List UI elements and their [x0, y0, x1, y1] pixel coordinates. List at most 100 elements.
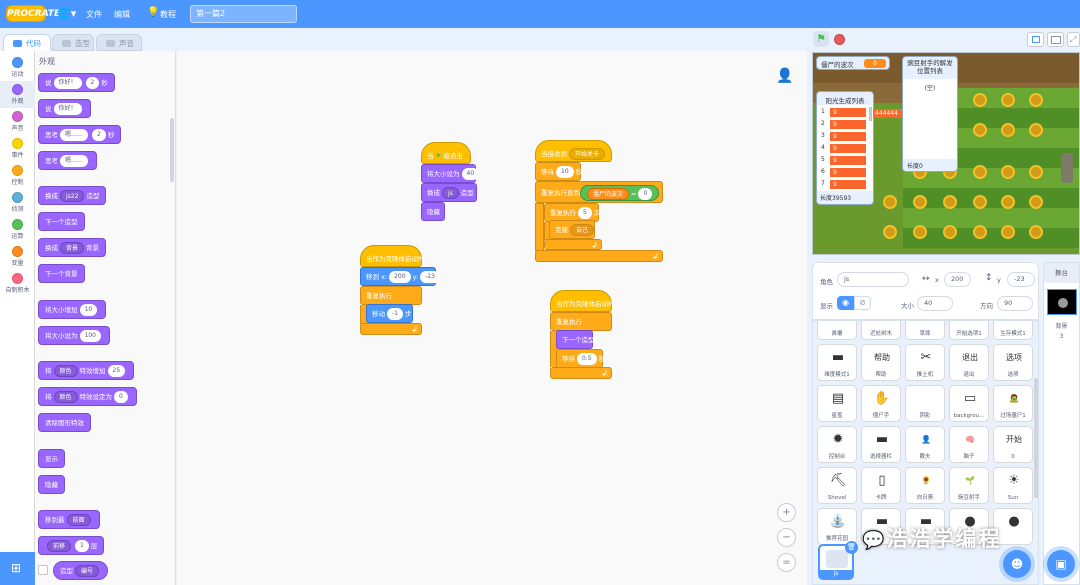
say-secs-input[interactable]: 2	[85, 77, 100, 89]
sprite-tile[interactable]: ✹ 控制台	[817, 426, 857, 463]
go-to-xy-block[interactable]: 移到 x: 200 y: -23	[360, 267, 440, 286]
sprite-tile[interactable]: ▤ 星盖	[817, 385, 857, 422]
wait-secs-input[interactable]: 10	[556, 166, 574, 178]
block-think[interactable]: 思考 嗯……	[38, 151, 98, 170]
think-text-input[interactable]: 嗯……	[60, 155, 89, 167]
sprite-tile[interactable]: 🧟 过场僵尸1	[993, 385, 1033, 422]
repeat-count-input[interactable]: 5	[578, 207, 592, 219]
category-operators[interactable]: 运算	[0, 216, 35, 243]
size-input[interactable]: 40	[461, 168, 480, 180]
block-set-size[interactable]: 将大小设为 100	[38, 326, 110, 345]
zoom-out-button[interactable]: −	[777, 528, 796, 547]
category-sensing[interactable]: 侦测	[0, 189, 35, 216]
sprite-tile[interactable]: ✂ 推土机	[905, 344, 945, 381]
tab-costume[interactable]: 造型	[52, 34, 94, 51]
add-backdrop-button[interactable]: ▣	[1047, 550, 1075, 578]
pea-list-monitor[interactable]: 豌豆射手的解发位置列表 (空) 长度0	[902, 56, 958, 172]
category-my-blocks[interactable]: 自制积木	[0, 270, 35, 297]
when-start-as-clone-hat[interactable]: 当作为克隆体启动时	[550, 290, 615, 312]
size-input[interactable]: 40	[917, 296, 953, 311]
sprite-tile[interactable]: 退出 退出	[949, 344, 989, 381]
set-size-block[interactable]: 将大小设为 40	[421, 164, 480, 183]
add-extension-button[interactable]: ⊞	[0, 552, 35, 585]
say-text-input[interactable]: 你好！	[53, 103, 82, 115]
move-steps-block[interactable]: 移动 -1 步	[366, 304, 413, 323]
sprite-tile[interactable]: 阴影	[905, 385, 945, 422]
block-costume-number[interactable]: 造型 编号	[53, 561, 109, 580]
think-text-input[interactable]: 嗯……	[60, 129, 89, 141]
switch-costume-block[interactable]: 换成 js 造型	[421, 183, 477, 202]
script-area[interactable]	[177, 51, 807, 585]
project-title-input[interactable]: 第一篇2	[190, 5, 297, 23]
list-item[interactable]: 9	[829, 167, 867, 178]
block-go-layers[interactable]: 前移 1 层	[38, 536, 105, 555]
green-flag-button[interactable]: ⚑	[813, 31, 829, 47]
message-dropdown[interactable]: 开始关卡	[569, 148, 606, 160]
steps-input[interactable]: -1	[387, 308, 403, 320]
menu-edit[interactable]: 编辑	[114, 9, 130, 20]
layer-direction-dropdown[interactable]: 前移	[47, 540, 72, 552]
wait-block[interactable]: 等待 0.5 秒	[556, 349, 605, 368]
effect-dropdown[interactable]: 颜色	[53, 391, 78, 403]
category-motion[interactable]: 运动	[0, 54, 35, 81]
list-item[interactable]: 9	[829, 107, 867, 118]
block-hide[interactable]: 隐藏	[38, 475, 65, 494]
layer-dropdown[interactable]: 前面	[66, 514, 91, 526]
forever-block[interactable]: 重复执行	[360, 286, 422, 305]
wait-secs-input[interactable]: 0.5	[577, 353, 597, 365]
sun-list-monitor[interactable]: 阳光生成列表 19 29 39 49 59 69 79 长度39593	[816, 91, 874, 205]
tab-sound[interactable]: 声音	[96, 34, 142, 51]
zoom-reset-button[interactable]: =	[777, 553, 796, 572]
sprite-tile[interactable]: ▬ 选择器栏	[861, 426, 901, 463]
block-set-effect[interactable]: 将颜色 特效设定为 0	[38, 387, 137, 406]
category-control[interactable]: 控制	[0, 162, 35, 189]
block-say[interactable]: 说你好！	[38, 99, 91, 118]
sprite-tile[interactable]: 选项 选项	[993, 344, 1033, 381]
list-item[interactable]: 9	[829, 155, 867, 166]
large-stage-button[interactable]	[1047, 32, 1064, 47]
sprite-name-input[interactable]: js	[837, 272, 909, 287]
next-costume-block[interactable]: 下一个造型	[556, 330, 595, 349]
sprite-tile[interactable]: ⛏ Shovel	[817, 467, 857, 504]
block-say-for-secs[interactable]: 说你好！ 2 秒	[38, 73, 115, 92]
list-item[interactable]: 9	[829, 119, 867, 130]
clone-target-dropdown[interactable]: 自己	[570, 224, 595, 236]
backdrop-dropdown[interactable]: 背景	[60, 242, 85, 254]
block-change-effect[interactable]: 将颜色 特效增加 25	[38, 361, 135, 380]
costume-reporter-checkbox[interactable]	[38, 565, 48, 575]
wait-block[interactable]: 等待 10 秒	[535, 162, 582, 181]
block-show[interactable]: 显示	[38, 449, 65, 468]
block-next-backdrop[interactable]: 下一个背景	[38, 264, 85, 283]
backdrop-thumbnail[interactable]	[1047, 289, 1077, 315]
block-think-for-secs[interactable]: 思考 嗯…… 2 秒	[38, 125, 122, 144]
globe-icon[interactable]: 🌐▾	[57, 7, 76, 20]
think-secs-input[interactable]: 2	[92, 129, 106, 141]
list-scrollbar[interactable]	[869, 107, 872, 121]
fullscreen-button[interactable]: ⤢	[1067, 32, 1080, 47]
sprite-tile[interactable]: 👤 戴夫	[905, 426, 945, 463]
stop-button[interactable]	[834, 34, 845, 45]
category-looks[interactable]: 外观	[0, 81, 35, 108]
direction-input[interactable]: 90	[997, 296, 1033, 311]
hide-sprite-button[interactable]: ⊘	[854, 296, 871, 310]
size-change-input[interactable]: 10	[79, 304, 98, 316]
delete-sprite-button[interactable]: 🗑	[845, 541, 858, 554]
sprite-tile[interactable]: 🌱 豌豆射手	[949, 467, 989, 504]
sprite-tile[interactable]: ▬ 难度模式1	[817, 344, 857, 381]
block-next-costume[interactable]: 下一个造型	[38, 212, 85, 231]
list-item[interactable]: 9	[829, 143, 867, 154]
sprite-tile[interactable]: ▯ 卡牌	[861, 467, 901, 504]
block-clear-effects[interactable]: 清除图形特效	[38, 413, 91, 432]
palette-scrollbar[interactable]	[170, 118, 174, 182]
x-input[interactable]: 200	[944, 272, 971, 287]
sprite-tile[interactable]: ⛲ 推荐花园	[817, 508, 857, 545]
sprite-tile[interactable]: ▬ 草摔	[905, 321, 945, 340]
category-events[interactable]: 事件	[0, 135, 35, 162]
hide-block[interactable]: 隐藏	[421, 202, 445, 221]
forever-block[interactable]: 重复执行	[550, 312, 612, 331]
y-input[interactable]: -23	[420, 271, 440, 283]
list-item[interactable]: 9	[829, 131, 867, 142]
effect-change-input[interactable]: 25	[107, 365, 126, 377]
menu-tutorial[interactable]: 教程	[160, 9, 176, 20]
effect-dropdown[interactable]: 颜色	[53, 365, 78, 377]
